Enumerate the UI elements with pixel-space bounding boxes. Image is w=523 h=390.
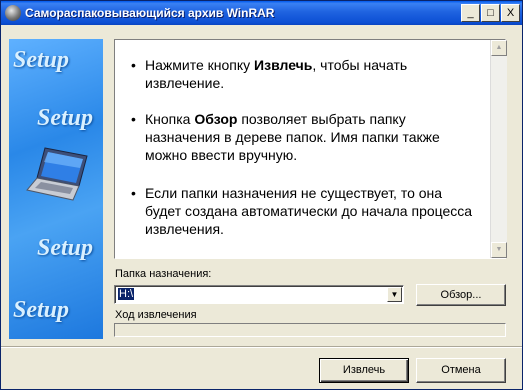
laptop-icon [26,147,88,201]
banner-setup-text: Setup [13,47,70,73]
info-item-browse: • Кнопка Обзор позволяет выбрать папку н… [131,110,480,164]
bullet: • [131,57,136,73]
info-text-part: Нажмите кнопку [145,57,255,73]
extract-button[interactable]: Извлечь [319,358,409,383]
info-item-extract: • Нажмите кнопку Извлечь, чтобы начать и… [131,56,480,92]
bullet: • [131,111,136,127]
info-scrollbar[interactable]: ▲ ▼ [490,40,507,258]
maximize-button[interactable]: □ [481,4,500,22]
info-text-bold: Извлечь [254,57,313,73]
setup-banner: Setup Setup Setup Setup [9,39,103,339]
winrar-sfx-window: Самораспаковывающийся архив WinRAR _ □ X… [0,0,523,390]
banner-setup-text: Setup [13,297,70,323]
banner-setup-text: Setup [37,235,94,261]
info-item-autocreate: • Если папки назначения не существует, т… [131,184,480,238]
bullet: • [131,185,136,201]
title-bar[interactable]: Самораспаковывающийся архив WinRAR _ □ X [1,1,522,25]
winrar-app-icon [5,5,21,21]
minimize-button[interactable]: _ [461,4,480,22]
chevron-down-icon[interactable]: ▼ [387,287,402,302]
info-panel: • Нажмите кнопку Извлечь, чтобы начать и… [114,39,506,259]
destination-combobox[interactable]: H:\ ▼ [114,285,404,304]
close-button[interactable]: X [501,4,520,22]
info-text-bold: Обзор [194,111,238,127]
info-text-part: Если папки назначения не существует, то … [145,185,473,237]
window-title: Самораспаковывающийся архив WinRAR [25,6,275,20]
destination-input-value[interactable]: H:\ [118,288,135,300]
info-text-part: Кнопка [145,111,195,127]
destination-label: Папка назначения: [115,268,212,280]
banner-setup-text: Setup [37,105,94,131]
extraction-progress-bar [114,323,506,337]
footer-divider [1,346,522,348]
scroll-down-arrow-icon[interactable]: ▼ [491,242,507,258]
scroll-up-arrow-icon[interactable]: ▲ [491,40,507,56]
cancel-button[interactable]: Отмена [416,358,506,383]
browse-button[interactable]: Обзор... [416,284,506,306]
progress-label: Ход извлечения [115,309,197,321]
